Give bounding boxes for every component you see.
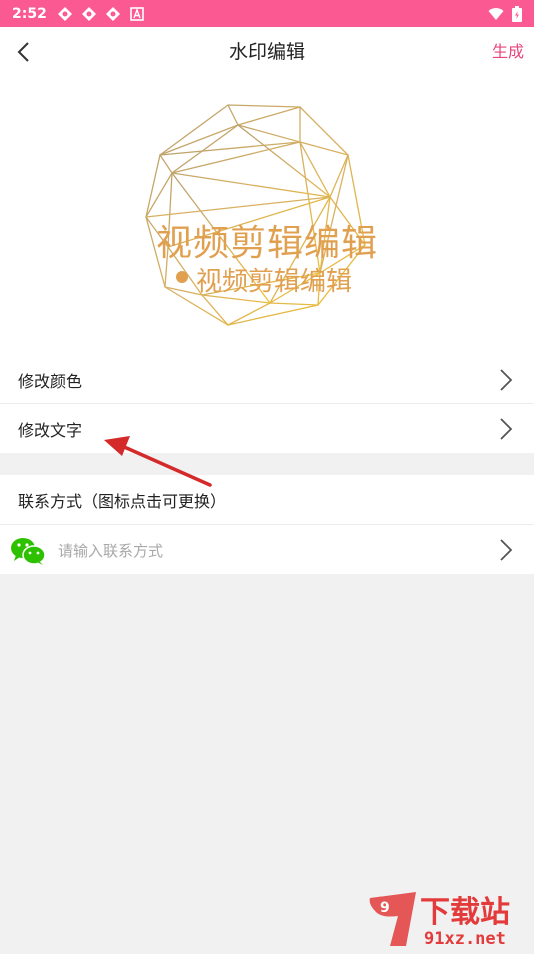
wifi-icon <box>488 7 504 20</box>
contact-section-label: 联系方式（图标点击可更换） <box>18 491 227 511</box>
modify-text-label: 修改文字 <box>18 420 83 440</box>
site-logo-url: 91xz.net <box>424 929 506 949</box>
watermark-contact-icon <box>176 271 188 283</box>
chevron-right-icon <box>500 369 513 391</box>
top-bar: 水印编辑 生成 <box>0 27 534 77</box>
modify-text-row[interactable]: 修改文字 <box>0 404 534 453</box>
site-logo-text: 下载站 <box>420 895 510 930</box>
modify-color-row[interactable]: 修改颜色 <box>0 355 534 404</box>
chevron-right-icon[interactable] <box>498 537 514 563</box>
site-logo-icon: 9 下载站 91xz.net <box>369 892 510 949</box>
contact-input[interactable] <box>56 525 480 576</box>
contact-input-row <box>0 525 534 576</box>
app-notification-icon <box>81 6 96 21</box>
watermark-sub-text: 视频剪辑编辑 <box>196 267 353 297</box>
wechat-icon[interactable] <box>10 537 46 565</box>
battery-icon <box>512 5 522 22</box>
svg-text:9: 9 <box>380 900 390 916</box>
site-logo-watermark: 9 下载站 91xz.net <box>360 888 534 950</box>
contact-section-header: 联系方式（图标点击可更换） <box>0 475 534 524</box>
generate-button[interactable]: 生成 <box>492 27 524 77</box>
status-time: 2:52 <box>12 5 47 22</box>
status-right <box>488 5 522 22</box>
watermark-main-text: 视频剪辑编辑 <box>155 223 378 264</box>
modify-color-label: 修改颜色 <box>18 371 83 391</box>
back-arrow-icon[interactable] <box>10 37 40 67</box>
watermark-preview: 视频剪辑编辑 视频剪辑编辑 <box>0 77 534 355</box>
annotation-arrow-icon <box>104 436 212 487</box>
chevron-right-icon <box>500 418 513 440</box>
status-bar: 2:52 <box>0 0 534 27</box>
font-notification-icon <box>130 6 144 21</box>
app-notification-icon <box>57 6 72 21</box>
page-title: 水印编辑 <box>228 41 305 63</box>
app-notification-icon <box>105 6 120 21</box>
